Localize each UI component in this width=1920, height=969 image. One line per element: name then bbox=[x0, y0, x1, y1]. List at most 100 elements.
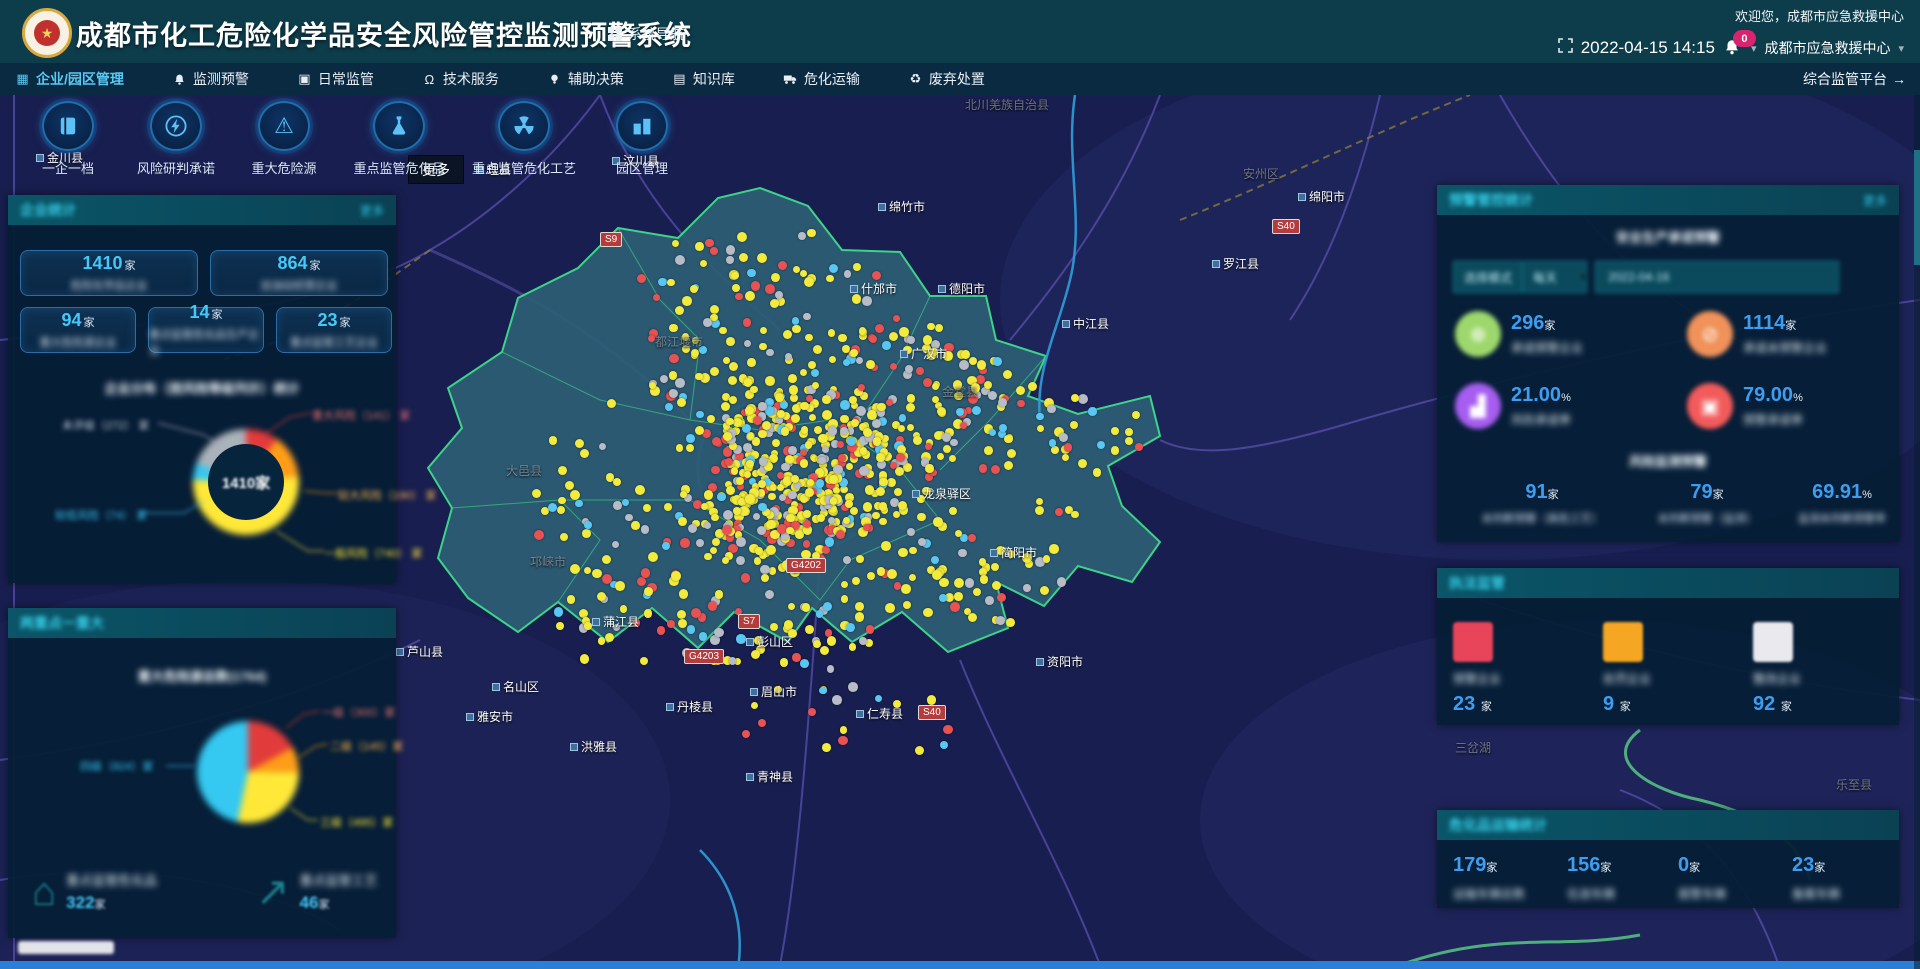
map-dot[interactable] bbox=[786, 514, 794, 522]
map-dot[interactable] bbox=[853, 263, 861, 271]
map-dot[interactable] bbox=[813, 345, 822, 354]
caret-down-icon[interactable]: ▾ bbox=[1898, 42, 1904, 55]
nav-item-2[interactable]: 监测预警 bbox=[172, 69, 249, 89]
map-dot[interactable] bbox=[729, 362, 738, 371]
map-dot[interactable] bbox=[1064, 443, 1073, 452]
map-dot[interactable] bbox=[965, 578, 975, 588]
map-dot[interactable] bbox=[1055, 508, 1063, 516]
map-dot[interactable] bbox=[916, 367, 924, 375]
map-dot[interactable] bbox=[723, 510, 733, 520]
map-dot[interactable] bbox=[696, 539, 704, 547]
map-dot[interactable] bbox=[570, 564, 580, 574]
map-dot[interactable] bbox=[898, 501, 907, 510]
nav-item-3[interactable]: ▣日常监管 bbox=[297, 69, 374, 89]
map-dot[interactable] bbox=[843, 517, 851, 525]
map-dot[interactable] bbox=[687, 625, 695, 633]
map-dot[interactable] bbox=[637, 577, 646, 586]
map-dot[interactable] bbox=[867, 410, 877, 420]
map-dot[interactable] bbox=[816, 610, 824, 618]
map-dot[interactable] bbox=[850, 349, 858, 357]
map-dot[interactable] bbox=[699, 632, 708, 641]
map-dot[interactable] bbox=[745, 406, 754, 415]
map-dot[interactable] bbox=[803, 520, 811, 528]
map-dot[interactable] bbox=[803, 313, 811, 321]
map-dot[interactable] bbox=[1049, 544, 1059, 554]
map-dot[interactable] bbox=[877, 403, 886, 412]
map-dot[interactable] bbox=[704, 553, 712, 561]
map-dot[interactable] bbox=[1004, 435, 1012, 443]
map-dot[interactable] bbox=[827, 665, 835, 673]
map-dot[interactable] bbox=[805, 334, 813, 342]
map-dot[interactable] bbox=[554, 607, 564, 617]
map-dot[interactable] bbox=[837, 441, 844, 448]
map-dot[interactable] bbox=[751, 650, 760, 659]
map-dot[interactable] bbox=[582, 529, 591, 538]
map-dot[interactable] bbox=[881, 541, 891, 551]
map-dot[interactable] bbox=[872, 512, 880, 520]
map-dot[interactable] bbox=[680, 538, 690, 548]
map-dot[interactable] bbox=[887, 478, 896, 487]
map-dot[interactable] bbox=[851, 419, 859, 427]
map-dot[interactable] bbox=[832, 695, 842, 705]
map-dot[interactable] bbox=[899, 327, 909, 337]
map-dot[interactable] bbox=[855, 612, 864, 621]
map-dot[interactable] bbox=[899, 414, 907, 422]
map-dot[interactable] bbox=[829, 475, 838, 484]
map-dot[interactable] bbox=[707, 415, 715, 423]
map-dot[interactable] bbox=[705, 239, 714, 248]
map-dot[interactable] bbox=[731, 272, 738, 279]
map-dot[interactable] bbox=[678, 619, 687, 628]
map-dot[interactable] bbox=[733, 507, 741, 515]
map-dot[interactable] bbox=[584, 622, 592, 630]
map-dot[interactable] bbox=[863, 428, 872, 437]
map-dot[interactable] bbox=[739, 253, 748, 262]
map-dot[interactable] bbox=[580, 654, 590, 664]
mode-select[interactable]: 选择模式 每天 ▾ bbox=[1453, 261, 1587, 293]
map-dot[interactable] bbox=[736, 634, 745, 643]
map-dot[interactable] bbox=[949, 507, 957, 515]
map-dot[interactable] bbox=[869, 335, 877, 343]
map-dot[interactable] bbox=[985, 596, 994, 605]
map-dot[interactable] bbox=[954, 592, 963, 601]
map-dot[interactable] bbox=[792, 317, 800, 325]
map-dot[interactable] bbox=[980, 575, 989, 584]
map-dot[interactable] bbox=[803, 510, 811, 518]
map-dot[interactable] bbox=[775, 291, 783, 299]
map-dot[interactable] bbox=[744, 378, 752, 386]
subnav-item-3[interactable]: ⚠重大危险源 bbox=[230, 95, 338, 177]
map-dot[interactable] bbox=[789, 385, 798, 394]
map-dot[interactable] bbox=[872, 419, 881, 428]
map-dot[interactable] bbox=[949, 455, 957, 463]
map-dot[interactable] bbox=[939, 594, 947, 602]
map-dot[interactable] bbox=[863, 502, 872, 511]
map-dot[interactable] bbox=[973, 588, 981, 596]
map-dot[interactable] bbox=[710, 305, 719, 314]
map-dot[interactable] bbox=[807, 479, 814, 486]
map-dot[interactable] bbox=[770, 484, 777, 491]
map-dot[interactable] bbox=[923, 378, 932, 387]
map-dot[interactable] bbox=[893, 315, 900, 322]
map-dot[interactable] bbox=[696, 411, 703, 418]
subnav-item-6[interactable]: 园区管理 bbox=[588, 95, 696, 177]
map-dot[interactable] bbox=[907, 394, 916, 403]
map-dot[interactable] bbox=[830, 497, 838, 505]
map-dot[interactable] bbox=[894, 582, 902, 590]
map-dot[interactable] bbox=[873, 437, 882, 446]
map-dot[interactable] bbox=[712, 538, 720, 546]
nav-item-5[interactable]: 辅助决策 bbox=[547, 69, 624, 89]
map-dot[interactable] bbox=[849, 643, 856, 650]
scrollbar-thumb[interactable] bbox=[1914, 150, 1920, 265]
map-dot[interactable] bbox=[805, 441, 813, 449]
map-dot[interactable] bbox=[822, 446, 829, 453]
major-hazard-pie-chart[interactable] bbox=[197, 721, 299, 823]
map-dot[interactable] bbox=[695, 373, 703, 381]
nav-item-8[interactable]: ♻废弃处置 bbox=[908, 69, 985, 89]
map-dot[interactable] bbox=[887, 569, 897, 579]
map-dot[interactable] bbox=[1057, 577, 1067, 587]
map-dot[interactable] bbox=[877, 567, 886, 576]
map-dot[interactable] bbox=[950, 602, 960, 612]
map-dot[interactable] bbox=[667, 620, 675, 628]
map-dot[interactable] bbox=[771, 273, 780, 282]
map-dot[interactable] bbox=[836, 530, 845, 539]
map-dot[interactable] bbox=[714, 628, 723, 637]
